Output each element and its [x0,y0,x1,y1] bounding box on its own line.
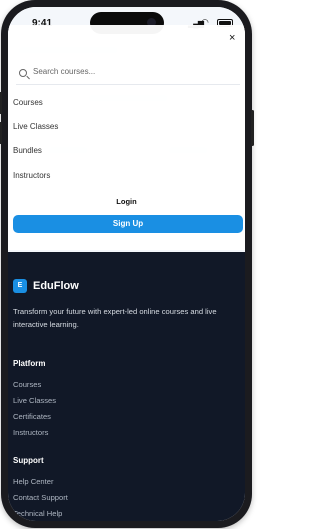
power-button [251,110,254,146]
footer-link-instructors[interactable]: Instructors [13,428,48,437]
footer-link-courses[interactable]: Courses [13,380,41,389]
login-button[interactable]: Login [8,197,245,206]
nav-item-instructors[interactable]: Instructors [13,171,50,180]
footer-link-technical-help[interactable]: Technical Help [13,509,62,518]
close-icon[interactable]: × [229,33,235,44]
footer-link-contact-support[interactable]: Contact Support [13,493,68,502]
nav-item-live-classes[interactable]: Live Classes [13,122,58,131]
search-placeholder: Search courses... [33,67,96,76]
platform-heading: Platform [13,359,46,368]
search-icon [19,69,27,77]
signup-button[interactable]: Sign Up [13,215,243,233]
footer: E EduFlow Transform your future with exp… [8,252,245,521]
search-input[interactable]: Search courses... [16,63,240,85]
brand-tagline: Transform your future with expert-led on… [13,307,217,329]
footer-link-help-center[interactable]: Help Center [13,477,54,486]
volume-button [0,92,2,114]
nav-item-courses[interactable]: Courses [13,98,43,107]
support-heading: Support [13,456,44,465]
footer-link-live-classes[interactable]: Live Classes [13,396,56,405]
nav-item-bundles[interactable]: Bundles [13,146,42,155]
mobile-menu: × Search courses... Courses Live Classes… [8,25,245,250]
brand-logo: E [13,279,27,293]
screen: 9:41 ▂▄▆ ◠ × Search courses... Courses L… [8,7,245,521]
brand-name: EduFlow [33,280,79,292]
footer-link-certificates[interactable]: Certificates [13,412,51,421]
phone-frame: 9:41 ▂▄▆ ◠ × Search courses... Courses L… [0,0,254,528]
volume-button [0,122,2,144]
